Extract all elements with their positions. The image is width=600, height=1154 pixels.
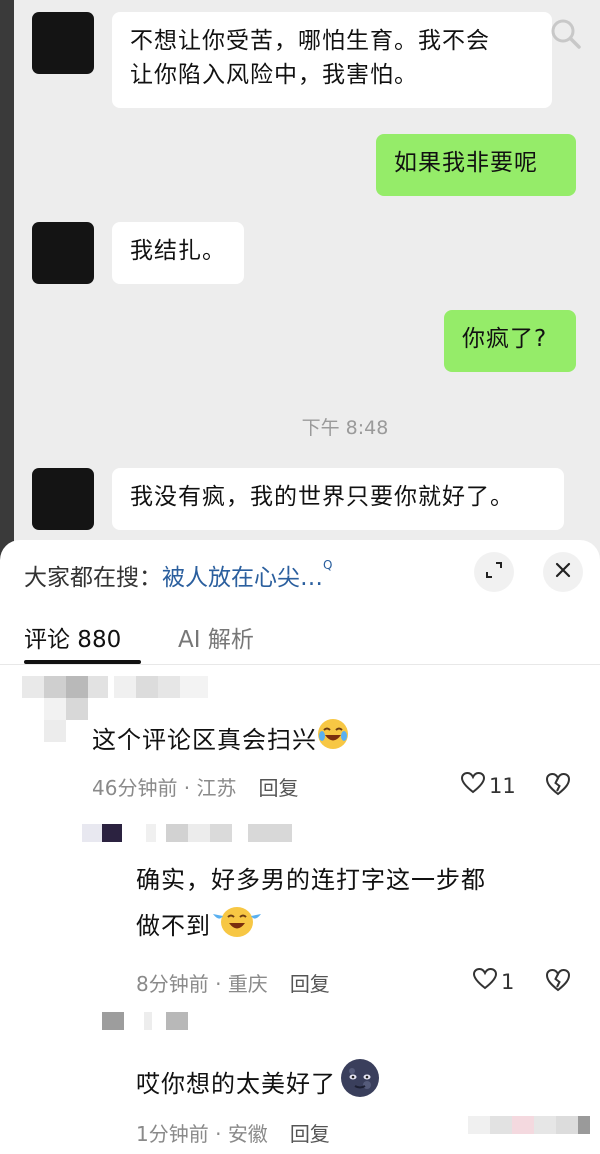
avatar [32, 222, 94, 284]
comment-meta: 1分钟前 · 安徽 回复 [136, 1122, 330, 1146]
like-button[interactable]: 1 [472, 967, 514, 996]
tab-comments[interactable]: 评论 880 [24, 620, 121, 654]
comment-meta: 46分钟前 · 江苏 回复 [92, 776, 299, 800]
reply-button[interactable]: 回复 [290, 1122, 330, 1146]
chat-left-edge [0, 0, 14, 560]
heart-icon [472, 967, 501, 996]
message-line: 不想让你受苦，哪怕生育。我不会 [130, 28, 490, 54]
close-button[interactable] [543, 552, 583, 592]
message-line: 让你陷入风险中，我害怕。 [130, 62, 418, 88]
message-text: 我结扎。 [130, 238, 226, 264]
message-bubble-incoming: 我没有疯，我的世界只要你就好了。 [112, 468, 564, 530]
broken-heart-icon [544, 968, 572, 997]
comment-time: 8分钟前 [136, 972, 209, 996]
avatar [32, 468, 94, 530]
tab-ai-analysis[interactable]: AI 解析 [178, 620, 254, 654]
chat-screenshot: 不想让你受苦，哪怕生育。我不会 让你陷入风险中，我害怕。 如果我非要呢 我结扎。… [0, 0, 600, 560]
blurred-avatar-username [102, 1010, 192, 1036]
message-text: 你疯了? [462, 326, 548, 352]
expand-icon [485, 561, 503, 583]
search-mark-icon: Q [323, 558, 333, 572]
like-count: 1 [501, 969, 515, 994]
broken-heart-icon [544, 772, 572, 801]
comment-meta: 8分钟前 · 重庆 回复 [136, 972, 330, 996]
comment-location: 重庆 [227, 972, 268, 996]
close-icon [555, 562, 571, 582]
comment-sheet: 大家都在搜：被人放在心尖…Q 评论 880 AI 解析 这个评论区真会扫兴 46… [0, 540, 600, 1154]
reply-button[interactable]: 回复 [290, 972, 330, 996]
message-bubble-incoming: 我结扎。 [112, 222, 244, 284]
comment-text: 确实，好多男的连打字这一步都 做不到 [136, 858, 486, 952]
search-icon[interactable] [546, 14, 586, 54]
message-text: 我没有疯，我的世界只要你就好了。 [130, 484, 514, 510]
comment-location: 安徽 [227, 1122, 268, 1146]
hot-search-label: 大家都在搜： [24, 565, 162, 591]
comment-text: 这个评论区真会扫兴 [92, 718, 349, 764]
blurred-avatar-username [82, 822, 296, 848]
watermark-image [468, 1114, 592, 1140]
dislike-button[interactable] [544, 967, 572, 997]
expand-button[interactable] [474, 552, 514, 592]
message-bubble-incoming: 不想让你受苦，哪怕生育。我不会 让你陷入风险中，我害怕。 [112, 12, 552, 108]
divider [0, 664, 600, 665]
laughing-crying-emoji [211, 902, 263, 952]
hot-search-link[interactable]: 被人放在心尖… [162, 565, 323, 591]
hot-search-bar[interactable]: 大家都在搜：被人放在心尖…Q [24, 558, 332, 592]
dislike-button[interactable] [544, 771, 572, 801]
heart-icon [460, 771, 489, 800]
comment-time: 1分钟前 [136, 1122, 209, 1146]
avatar [32, 12, 94, 74]
new-moon-face-emoji [336, 1058, 384, 1112]
laughing-crying-emoji [317, 718, 349, 764]
comment-text: 哎你想的太美好了 [136, 1058, 384, 1112]
chat-timestamp: 下午 8:48 [301, 417, 389, 439]
comment-time: 46分钟前 [92, 776, 178, 800]
message-text: 如果我非要呢 [394, 150, 538, 176]
reply-button[interactable]: 回复 [259, 776, 299, 800]
like-count: 11 [489, 773, 516, 798]
message-bubble-outgoing: 你疯了? [444, 310, 576, 372]
like-button[interactable]: 11 [460, 771, 516, 800]
message-bubble-outgoing: 如果我非要呢 [376, 134, 576, 196]
comment-location: 江苏 [196, 776, 237, 800]
